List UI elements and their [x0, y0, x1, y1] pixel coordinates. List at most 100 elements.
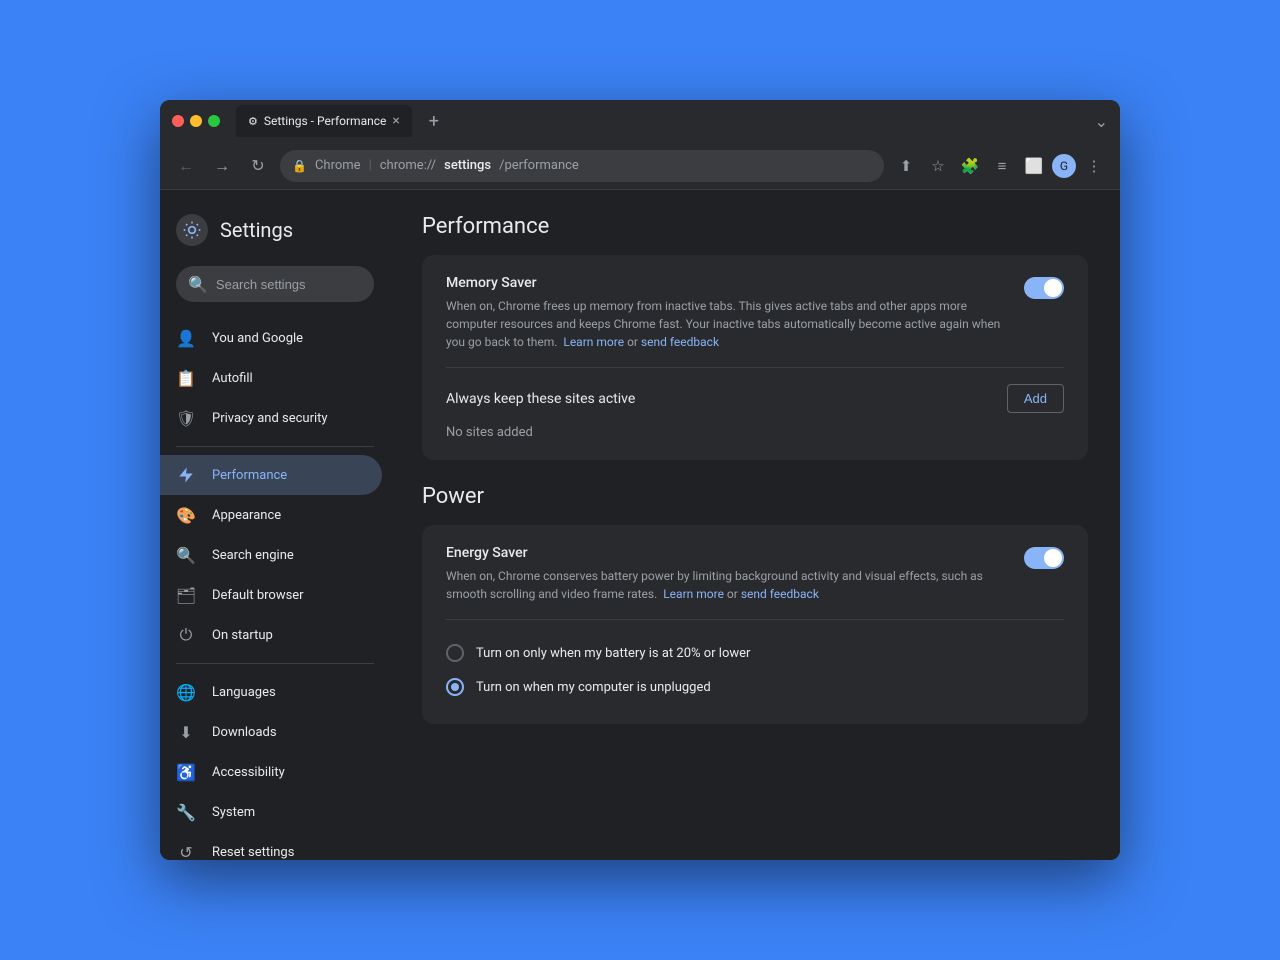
- maximize-button[interactable]: [208, 115, 220, 127]
- url-path: /performance: [499, 158, 579, 173]
- sidebar-item-privacy-and-security[interactable]: 🛡 Privacy and security: [160, 398, 382, 438]
- tab-title: Settings - Performance: [264, 114, 387, 128]
- back-button[interactable]: ←: [172, 152, 200, 180]
- radio-battery-20-btn[interactable]: [446, 644, 464, 662]
- always-active-row: Always keep these sites active Add: [446, 384, 1064, 413]
- profile-avatar[interactable]: G: [1052, 154, 1076, 178]
- sidebar-item-default-browser[interactable]: 🗂 Default browser: [160, 575, 382, 615]
- search-engine-icon: 🔍: [176, 545, 196, 565]
- url-settings: settings: [444, 158, 491, 173]
- new-tab-button[interactable]: +: [420, 107, 448, 135]
- toolbar-icons: ⬆ ☆ 🧩 ≡ ⬜ G ⋮: [892, 152, 1108, 180]
- url-separator: |: [369, 158, 372, 173]
- url-bar[interactable]: 🔒 Chrome | chrome:// settings/performance: [280, 150, 884, 182]
- radio-unplugged-label: Turn on when my computer is unplugged: [476, 680, 711, 695]
- search-bar[interactable]: 🔍: [176, 266, 374, 302]
- sidebar-label-reset-settings: Reset settings: [212, 845, 294, 860]
- energy-saver-title: Energy Saver: [446, 545, 1008, 561]
- memory-saver-or: or: [627, 335, 641, 349]
- energy-saver-learn-more[interactable]: Learn more: [663, 587, 724, 601]
- sidebar-label-privacy: Privacy and security: [212, 411, 328, 426]
- default-browser-icon: 🗂: [176, 585, 196, 605]
- add-site-button[interactable]: Add: [1007, 384, 1064, 413]
- memory-saver-feedback[interactable]: send feedback: [641, 335, 719, 349]
- sidebar-label-autofill: Autofill: [212, 371, 253, 386]
- memory-saver-title: Memory Saver: [446, 275, 1008, 291]
- sidebar-label-you-and-google: You and Google: [212, 331, 303, 346]
- settings-logo: [176, 214, 208, 246]
- reading-list-icon[interactable]: ≡: [988, 152, 1016, 180]
- active-tab[interactable]: ⚙ Settings - Performance ×: [236, 105, 412, 137]
- sidebar-label-search-engine: Search engine: [212, 548, 294, 563]
- browser-window: ⚙ Settings - Performance × + ⌄ ← → ↻ 🔒 C…: [160, 100, 1120, 860]
- forward-button[interactable]: →: [208, 152, 236, 180]
- page-title: Performance: [422, 214, 1088, 239]
- radio-battery-20[interactable]: Turn on only when my battery is at 20% o…: [446, 636, 1064, 670]
- sidebar-label-appearance: Appearance: [212, 508, 281, 523]
- memory-saver-text: Memory Saver When on, Chrome frees up me…: [446, 275, 1008, 351]
- close-button[interactable]: [172, 115, 184, 127]
- memory-saver-card: Memory Saver When on, Chrome frees up me…: [422, 255, 1088, 460]
- memory-saver-desc: When on, Chrome frees up memory from ina…: [446, 297, 1008, 351]
- sidebar-item-you-and-google[interactable]: 👤 You and Google: [160, 318, 382, 358]
- languages-icon: 🌐: [176, 682, 196, 702]
- memory-saver-toggle[interactable]: [1024, 277, 1064, 299]
- privacy-icon: 🛡: [176, 408, 196, 428]
- energy-saver-desc: When on, Chrome conserves battery power …: [446, 567, 1008, 603]
- autofill-icon: 📋: [176, 368, 196, 388]
- sidebar-item-accessibility[interactable]: ♿ Accessibility: [160, 752, 382, 792]
- power-title: Power: [422, 484, 1088, 509]
- sidebar-item-system[interactable]: 🔧 System: [160, 792, 382, 832]
- sidebar-label-languages: Languages: [212, 685, 276, 700]
- memory-saver-learn-more[interactable]: Learn more: [563, 335, 624, 349]
- performance-icon: [176, 465, 196, 485]
- sidebar-item-downloads[interactable]: ⬇ Downloads: [160, 712, 382, 752]
- sidebar-item-performance[interactable]: Performance: [160, 455, 382, 495]
- sidebar-item-search-engine[interactable]: 🔍 Search engine: [160, 535, 382, 575]
- window-collapse-button[interactable]: ⌄: [1095, 112, 1108, 131]
- refresh-button[interactable]: ↻: [244, 152, 272, 180]
- tab-settings-icon: ⚙: [248, 115, 258, 128]
- sidebar-item-reset-settings[interactable]: ↺ Reset settings: [160, 832, 382, 860]
- sidebar-label-system: System: [212, 805, 255, 820]
- energy-saver-or: or: [727, 587, 741, 601]
- tab-search-icon[interactable]: ⬜: [1020, 152, 1048, 180]
- energy-saver-text: Energy Saver When on, Chrome conserves b…: [446, 545, 1008, 603]
- sidebar-divider-1: [176, 446, 374, 447]
- extensions-icon[interactable]: 🧩: [956, 152, 984, 180]
- energy-card-divider: [446, 619, 1064, 620]
- card-divider: [446, 367, 1064, 368]
- sidebar-item-languages[interactable]: 🌐 Languages: [160, 672, 382, 712]
- bookmark-icon[interactable]: ☆: [924, 152, 952, 180]
- traffic-lights: [172, 115, 220, 127]
- radio-unplugged[interactable]: Turn on when my computer is unplugged: [446, 670, 1064, 704]
- search-icon: 🔍: [188, 275, 208, 294]
- energy-saver-feedback[interactable]: send feedback: [741, 587, 819, 601]
- tab-close-button[interactable]: ×: [392, 113, 399, 129]
- sidebar-item-autofill[interactable]: 📋 Autofill: [160, 358, 382, 398]
- energy-saver-header: Energy Saver When on, Chrome conserves b…: [446, 545, 1064, 603]
- lock-icon: 🔒: [292, 159, 307, 173]
- url-scheme: chrome://: [380, 158, 436, 173]
- content-area: Performance Memory Saver When on, Chrome…: [390, 190, 1120, 860]
- always-active-title: Always keep these sites active: [446, 391, 635, 407]
- radio-unplugged-btn[interactable]: [446, 678, 464, 696]
- downloads-icon: ⬇: [176, 722, 196, 742]
- you-and-google-icon: 👤: [176, 328, 196, 348]
- system-icon: 🔧: [176, 802, 196, 822]
- sidebar: Settings 🔍 👤 You and Google 📋 Autofill 🛡…: [160, 190, 390, 860]
- minimize-button[interactable]: [190, 115, 202, 127]
- url-chrome: Chrome: [315, 158, 361, 173]
- search-input[interactable]: [216, 277, 390, 292]
- address-bar: ← → ↻ 🔒 Chrome | chrome:// settings/perfo…: [160, 142, 1120, 190]
- menu-icon[interactable]: ⋮: [1080, 152, 1108, 180]
- reset-settings-icon: ↺: [176, 842, 196, 860]
- accessibility-icon: ♿: [176, 762, 196, 782]
- share-icon[interactable]: ⬆: [892, 152, 920, 180]
- energy-saver-toggle[interactable]: [1024, 547, 1064, 569]
- sidebar-label-accessibility: Accessibility: [212, 765, 285, 780]
- on-startup-icon: ⏻: [176, 625, 196, 645]
- sidebar-item-on-startup[interactable]: ⏻ On startup: [160, 615, 382, 655]
- title-bar: ⚙ Settings - Performance × + ⌄: [160, 100, 1120, 142]
- sidebar-item-appearance[interactable]: 🎨 Appearance: [160, 495, 382, 535]
